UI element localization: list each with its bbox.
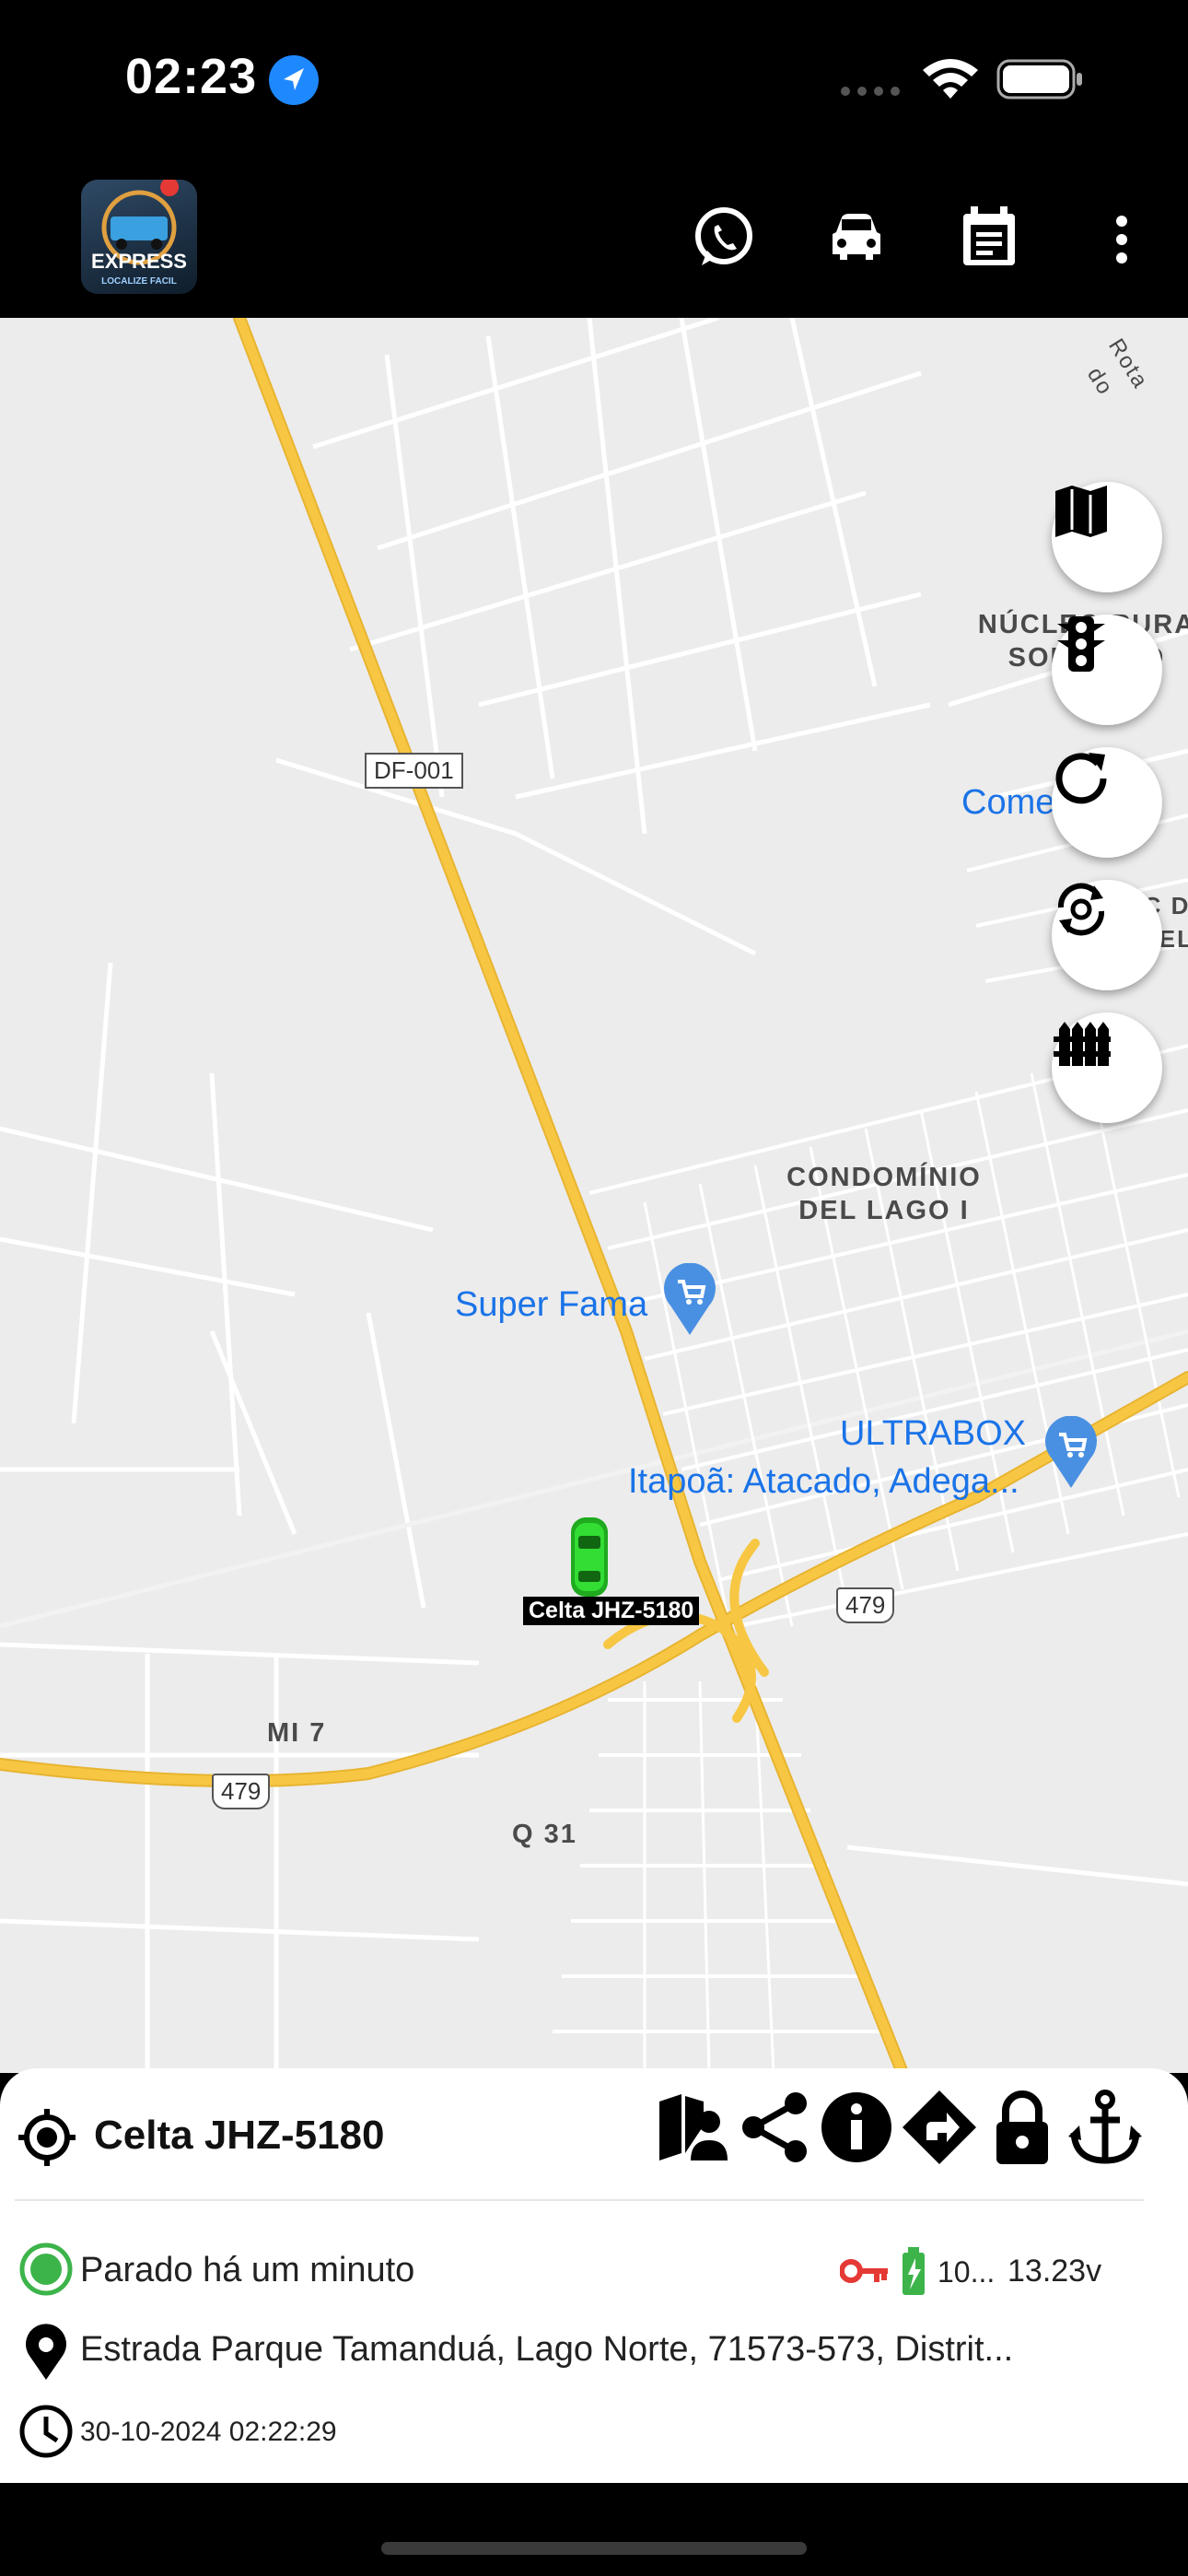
car-icon[interactable]: [823, 205, 890, 271]
ignition-key-icon: [839, 2253, 890, 2294]
status-ok-icon: [18, 2242, 74, 2301]
share-icon[interactable]: [737, 2089, 814, 2166]
vehicle-marker-label[interactable]: Celta JHZ-5180: [523, 1597, 700, 1625]
calendar-report-icon[interactable]: [956, 205, 1022, 271]
poi-super-fama[interactable]: Super Fama: [455, 1285, 647, 1325]
traffic-light-icon: [1057, 616, 1105, 672]
home-bar: [0, 2483, 1188, 2576]
battery-level-icon: [901, 2247, 926, 2301]
geofence-button[interactable]: [1052, 1013, 1162, 1123]
battery-icon: [996, 59, 1085, 104]
camera-rotate-icon: [1057, 883, 1105, 936]
vehicle-status-text: Parado há um minuto: [80, 2251, 415, 2289]
map-type-button[interactable]: [1052, 482, 1162, 592]
map-icon: [1055, 486, 1107, 537]
info-icon[interactable]: [818, 2089, 895, 2166]
road-shield-479-east: 479: [836, 1587, 895, 1623]
anchor-icon[interactable]: [1066, 2089, 1144, 2166]
route-history-icon[interactable]: [654, 2089, 731, 2166]
app-bar: EXPRESS LOCALIZE FACIL: [0, 157, 1188, 318]
battery-percent: 10...: [938, 2255, 996, 2289]
logo-text: EXPRESS: [91, 250, 187, 273]
map-view[interactable]: NÚCLEO RURA SOBRE HO CONDOMÍNIO DEL LAGO…: [0, 318, 1188, 2073]
lock-icon[interactable]: [984, 2089, 1061, 2166]
clock-icon: [18, 2404, 74, 2464]
cellular-signal-icon: [840, 85, 904, 102]
area-label-q31: Q 31: [512, 1820, 577, 1849]
follow-vehicle-button[interactable]: [1052, 880, 1162, 990]
panel-divider: [15, 2199, 1144, 2201]
app-logo[interactable]: EXPRESS LOCALIZE FACIL: [81, 180, 197, 294]
fence-icon: [1054, 1022, 1111, 1066]
vehicle-marker: [571, 1517, 608, 1597]
wifi-icon: [921, 55, 980, 106]
vehicle-name: Celta JHZ-5180: [94, 2113, 385, 2158]
location-pin-icon: [22, 2323, 70, 2386]
traffic-button[interactable]: [1052, 615, 1162, 725]
refresh-icon: [1055, 753, 1107, 804]
status-time: 02:23: [125, 49, 258, 104]
directions-icon[interactable]: [901, 2089, 978, 2166]
status-bar: 02:23: [0, 0, 1188, 157]
vehicle-address: Estrada Parque Tamanduá, Lago Norte, 715…: [80, 2330, 1014, 2369]
refresh-button[interactable]: [1052, 747, 1162, 858]
logo-subtext: LOCALIZE FACIL: [101, 276, 177, 287]
road-shield-df001: DF-001: [365, 753, 463, 789]
vehicle-info-panel: Celta JHZ-5180 Parado há um minuto 10...…: [0, 2068, 1188, 2483]
location-services-icon: [269, 55, 319, 105]
road-shield-479-west: 479: [212, 1774, 271, 1809]
whatsapp-icon[interactable]: [691, 205, 757, 271]
area-label-condominio: CONDOMÍNIO DEL LAGO I: [786, 1163, 982, 1225]
poi-itapoa-atacado[interactable]: Itapoã: Atacado, Adega...: [628, 1462, 1019, 1502]
area-label-mi7: MI 7: [267, 1718, 327, 1748]
battery-voltage: 13.23v: [1007, 2254, 1102, 2289]
home-indicator[interactable]: [381, 2542, 807, 2555]
more-options-icon[interactable]: [1089, 205, 1155, 271]
target-icon[interactable]: [17, 2107, 77, 2172]
poi-ultrabox[interactable]: ULTRABOX: [840, 1414, 1026, 1454]
last-update-timestamp: 30-10-2024 02:22:29: [80, 2417, 337, 2447]
